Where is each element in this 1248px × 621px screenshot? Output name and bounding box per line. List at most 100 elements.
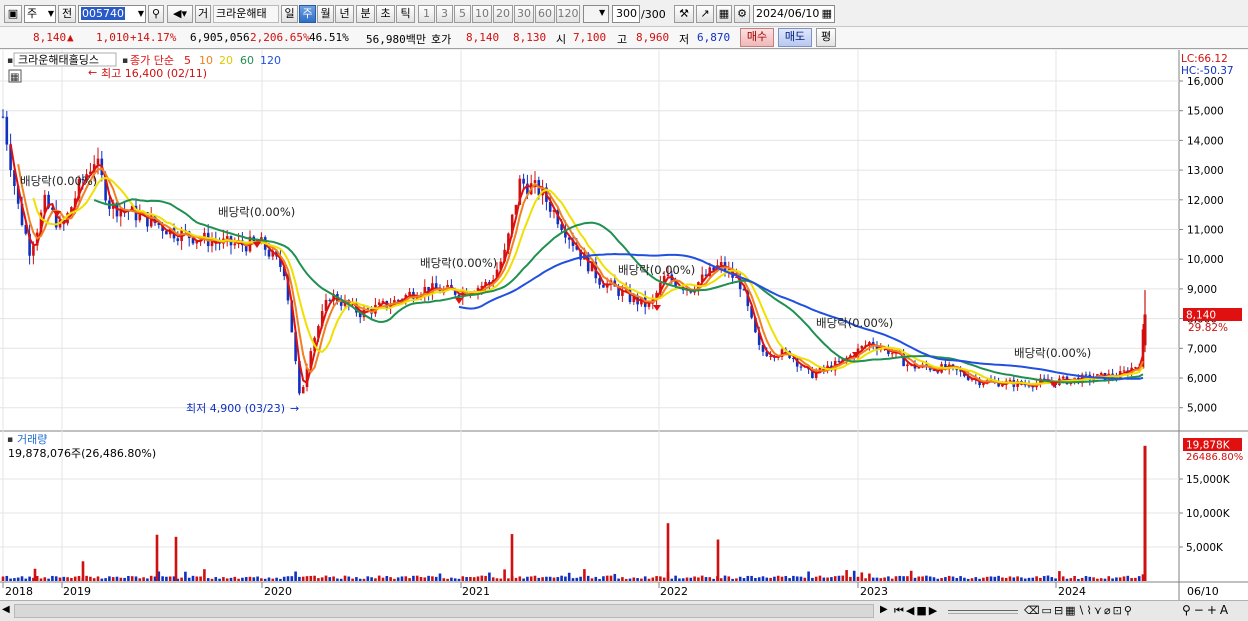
type-select[interactable]: 주 ▼: [24, 5, 56, 23]
period-minute[interactable]: 분: [356, 5, 375, 23]
volume-bar: [643, 576, 647, 581]
volume-bar: [780, 576, 784, 581]
volume-bar: [111, 577, 115, 581]
volume-bar: [1058, 571, 1061, 581]
horizontal-scrollbar[interactable]: [14, 604, 874, 618]
volume-bar: [765, 577, 769, 581]
compare-icon[interactable]: ↗: [696, 5, 714, 23]
volume-bar: [309, 575, 313, 581]
price-tick-label: 13,000: [1187, 165, 1224, 177]
item-button[interactable]: 거: [195, 5, 211, 23]
dividend-label: 배당락(0.00%): [20, 174, 97, 188]
volume-bar: [1111, 578, 1114, 581]
volume-bar: [9, 578, 12, 581]
volume-bar: [446, 578, 449, 581]
drawing-tools-icon[interactable]: ⌫▭⊟▦∖⌇⋎⌀⊡⚲: [1024, 604, 1134, 617]
volume-bar: [571, 578, 575, 581]
stock-name: 크라운해태: [213, 5, 279, 23]
volume-bar: [1084, 576, 1088, 581]
volume-bar: [187, 577, 191, 581]
volume-bar: [28, 576, 31, 581]
volume-bar: [548, 576, 552, 581]
period-year[interactable]: 년: [335, 5, 354, 23]
chevron-down-icon[interactable]: ▼: [597, 5, 609, 23]
volume-bar: [974, 577, 978, 581]
interval-120[interactable]: 120: [556, 5, 580, 23]
volume-bar: [894, 576, 898, 581]
volume-bar: [586, 575, 590, 581]
period-second[interactable]: 초: [376, 5, 395, 23]
volume-bar: [621, 577, 624, 581]
date-input[interactable]: 2024/06/10 ▦: [753, 5, 835, 23]
volume-bar: [1027, 577, 1031, 581]
search-icon[interactable]: ⚲: [148, 5, 164, 23]
volume-bar: [499, 578, 503, 581]
interval-60[interactable]: 60: [535, 5, 555, 23]
volume-bar: [301, 576, 305, 581]
code-input[interactable]: 005740 ▼: [78, 5, 146, 23]
volume-bar: [347, 576, 351, 581]
interval-30[interactable]: 30: [514, 5, 534, 23]
scroll-left-icon[interactable]: ◀: [2, 604, 12, 618]
volume-bar: [932, 577, 936, 581]
interval-5[interactable]: 5: [454, 5, 471, 23]
period-day[interactable]: 일: [281, 5, 298, 23]
volume-bar: [738, 576, 742, 581]
interval-1[interactable]: 1: [418, 5, 435, 23]
volume-bar: [233, 576, 237, 581]
dividend-label: 배당락(0.00%): [1014, 346, 1091, 360]
volume-bar: [47, 578, 50, 581]
volume-bar: [959, 576, 962, 581]
buy-button[interactable]: 매수: [740, 28, 774, 47]
ma-10-label: 10: [199, 54, 213, 67]
interval-3[interactable]: 3: [436, 5, 453, 23]
scroll-right-icon[interactable]: ▶: [880, 604, 890, 618]
gear-icon[interactable]: ⚙: [734, 5, 750, 23]
window-menu-icon[interactable]: ▣: [4, 5, 22, 23]
period-month[interactable]: 월: [317, 5, 334, 23]
candle-body: [602, 284, 605, 288]
volume-bar: [925, 575, 928, 581]
volume-bar: [560, 575, 563, 581]
high-value: 8,960: [636, 31, 670, 44]
ma-20-label: 20: [219, 54, 233, 67]
volume-bar: [70, 577, 73, 581]
sell-button[interactable]: 매도: [778, 28, 812, 47]
grid-icon[interactable]: ▦: [716, 5, 732, 23]
volume-bar: [928, 576, 932, 581]
interval-20[interactable]: 20: [493, 5, 513, 23]
chart-tools-icon[interactable]: ⚒: [674, 5, 694, 23]
date-value: 2024/06/10: [756, 7, 820, 20]
interval-10[interactable]: 10: [472, 5, 492, 23]
eval-button[interactable]: 평: [816, 28, 836, 47]
volume-bar: [860, 572, 864, 581]
volume-bar: [89, 576, 92, 581]
volume-bar: [906, 576, 909, 581]
prev-button[interactable]: 전: [58, 5, 76, 23]
volume-bar: [799, 576, 803, 581]
volume-bar: [624, 578, 628, 581]
candle-body: [176, 238, 180, 242]
volume-bar: [13, 578, 16, 581]
volume-bar: [77, 576, 81, 581]
speaker-icon[interactable]: ◀▾: [167, 5, 193, 23]
volume-bar: [1031, 577, 1035, 581]
count-input[interactable]: 300: [612, 5, 640, 23]
open-label: 시: [556, 33, 567, 46]
volume-bar: [507, 578, 510, 581]
volume-bar: [579, 576, 582, 581]
price-volume-chart[interactable]: 16,000 15,000 14,000 13,000 12,000 11,000 10,0…: [0, 50, 1248, 600]
volume-bar: [229, 577, 233, 581]
price-axis: 16,000 15,000 14,000 13,000 12,000 11,000 10,0…: [1179, 76, 1224, 415]
playback-controls[interactable]: ⏮◀■▶: [894, 604, 939, 618]
volume-bar: [993, 576, 997, 581]
zoom-slider[interactable]: [948, 610, 1018, 614]
volume-bar: [678, 578, 681, 581]
period-week[interactable]: 주: [299, 5, 316, 23]
zoom-tools-icon[interactable]: ⚲−+A: [1182, 603, 1231, 617]
volume-tick-label: 5,000K: [1186, 542, 1224, 554]
up-arrow-icon: ▲: [67, 31, 74, 44]
period-tick[interactable]: 틱: [396, 5, 415, 23]
volume-bar: [1001, 577, 1004, 581]
volume-bar: [526, 576, 529, 581]
